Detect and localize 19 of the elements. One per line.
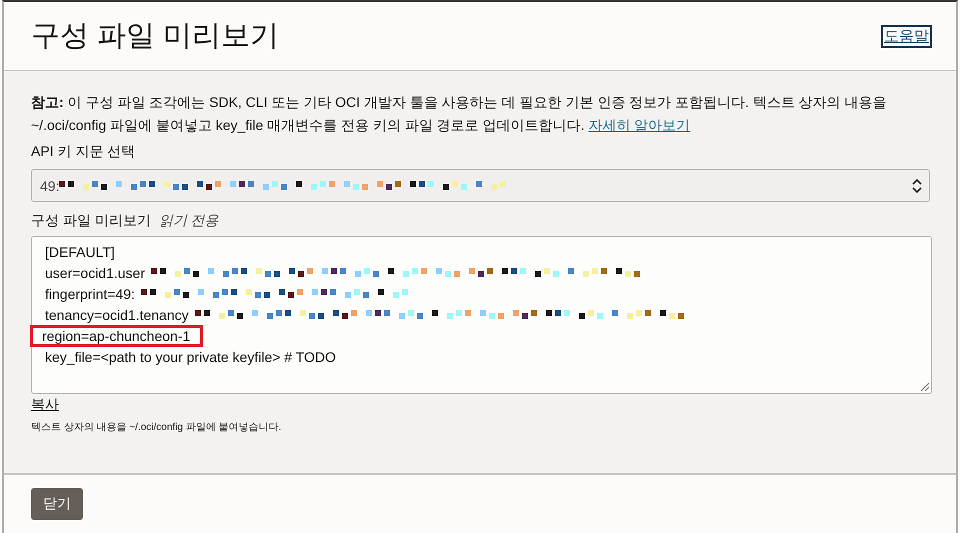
config-line: key_file=<path to your private keyfile> # TODO [44, 348, 337, 367]
read-only-hint: 읽기 전용 [158, 212, 219, 230]
fingerprint-select[interactable]: 49: [31, 169, 930, 202]
copy-link[interactable]: 복사 [31, 396, 59, 414]
config-line: fingerprint=49: [44, 284, 136, 304]
config-line: [DEFAULT] [44, 242, 116, 262]
field-label: 구성 파일 미리보기 [31, 212, 151, 230]
chevron-updown-icon [912, 179, 922, 193]
resize-grip-icon[interactable] [921, 383, 929, 391]
dialog-title: 구성 파일 미리보기 [31, 19, 280, 54]
helper-text: 텍스트 상자의 내용을 ~/.oci/config 파일에 붙여넣습니다. [31, 421, 282, 434]
close-button[interactable]: 닫기 [31, 488, 83, 520]
help-link[interactable]: 도움말 [881, 24, 932, 48]
learn-more-link[interactable]: 자세히 알아보기 [588, 117, 690, 133]
config-line: tenancy=ocid1.tenancy [44, 306, 190, 325]
config-textarea[interactable]: [DEFAULT] user=ocid1.user fingerprint=49: tenancy=ocid1.tenancy region=ap-chuncheon-1 key_file=<path to your private keyfile> # TODO [31, 236, 932, 394]
info-note: 참고: 이 구성 파일 조각에는 SDK, CLI 또는 기타 OCI 개발자 툴을 사용하는 데 필요한 기본 인증 정보가 포함됩니다. 텍스트 상자의 내용을 ~/.oci/config 파일에 붙여넣고 key_file 매개변수를 전용 키의 파일 경로로 업데이트합니다. 자세히 알아보기 [31, 93, 888, 135]
field-label: API 키 지문 선택 [31, 143, 136, 161]
config-line: user=ocid1.user [44, 264, 146, 282]
